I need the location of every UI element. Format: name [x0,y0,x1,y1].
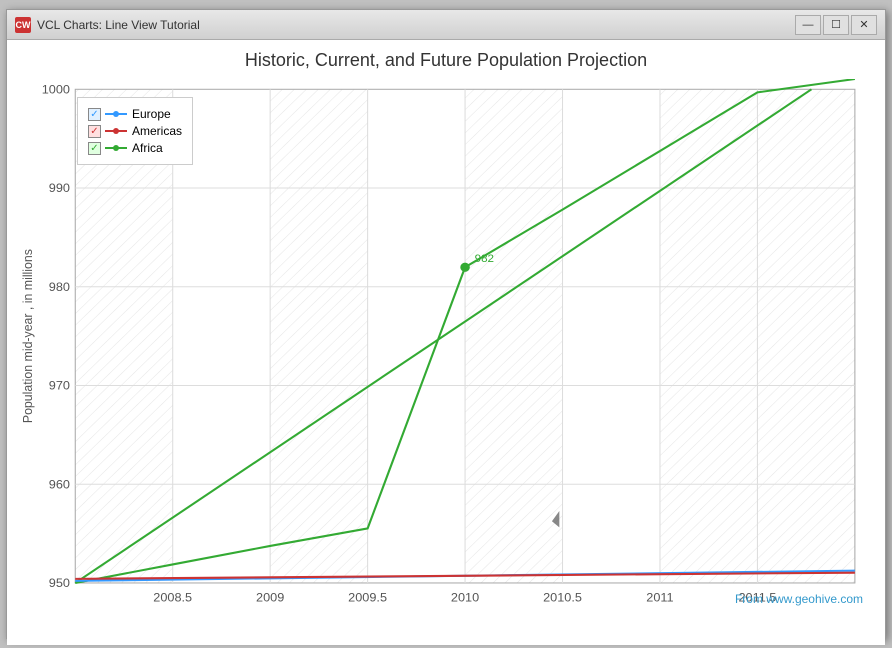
title-bar: CW VCL Charts: Line View Tutorial — ☐ ✕ [7,10,885,40]
svg-text:Population mid-year , in milli: Population mid-year , in millions [21,249,35,423]
legend-checkbox-europe[interactable]: ✓ [88,108,101,121]
svg-text:980: 980 [49,280,70,294]
minimize-button[interactable]: — [795,15,821,35]
svg-text:2010.5: 2010.5 [543,591,582,605]
svg-text:950: 950 [49,576,70,590]
chart-container: Historic, Current, and Future Population… [7,40,885,645]
svg-text:2010: 2010 [451,591,479,605]
svg-text:1000: 1000 [42,83,70,97]
window-controls: — ☐ ✕ [795,15,877,35]
close-button[interactable]: ✕ [851,15,877,35]
svg-text:960: 960 [49,478,70,492]
chart-title: Historic, Current, and Future Population… [17,50,875,71]
watermark: From www.geohive.com [735,592,863,606]
svg-text:2008.5: 2008.5 [153,591,192,605]
legend-item-americas: ✓ Americas [88,124,182,138]
legend-item-europe: ✓ Europe [88,107,182,121]
legend-checkbox-americas[interactable]: ✓ [88,125,101,138]
svg-text:982: 982 [475,253,494,265]
legend-label-americas: Americas [132,124,182,138]
legend-label-europe: Europe [132,107,171,121]
svg-text:2009: 2009 [256,591,284,605]
maximize-button[interactable]: ☐ [823,15,849,35]
svg-text:970: 970 [49,379,70,393]
app-icon: CW [15,17,31,33]
svg-text:2009.5: 2009.5 [348,591,387,605]
chart-area: ✓ Europe ✓ Americas ✓ Africa [17,79,875,614]
svg-text:990: 990 [49,181,70,195]
chart-legend: ✓ Europe ✓ Americas ✓ Africa [77,97,193,165]
window-title: VCL Charts: Line View Tutorial [37,18,795,32]
app-window: CW VCL Charts: Line View Tutorial — ☐ ✕ … [6,9,886,639]
legend-item-africa: ✓ Africa [88,141,182,155]
svg-text:2011: 2011 [646,591,673,605]
legend-checkbox-africa[interactable]: ✓ [88,142,101,155]
legend-label-africa: Africa [132,141,163,155]
